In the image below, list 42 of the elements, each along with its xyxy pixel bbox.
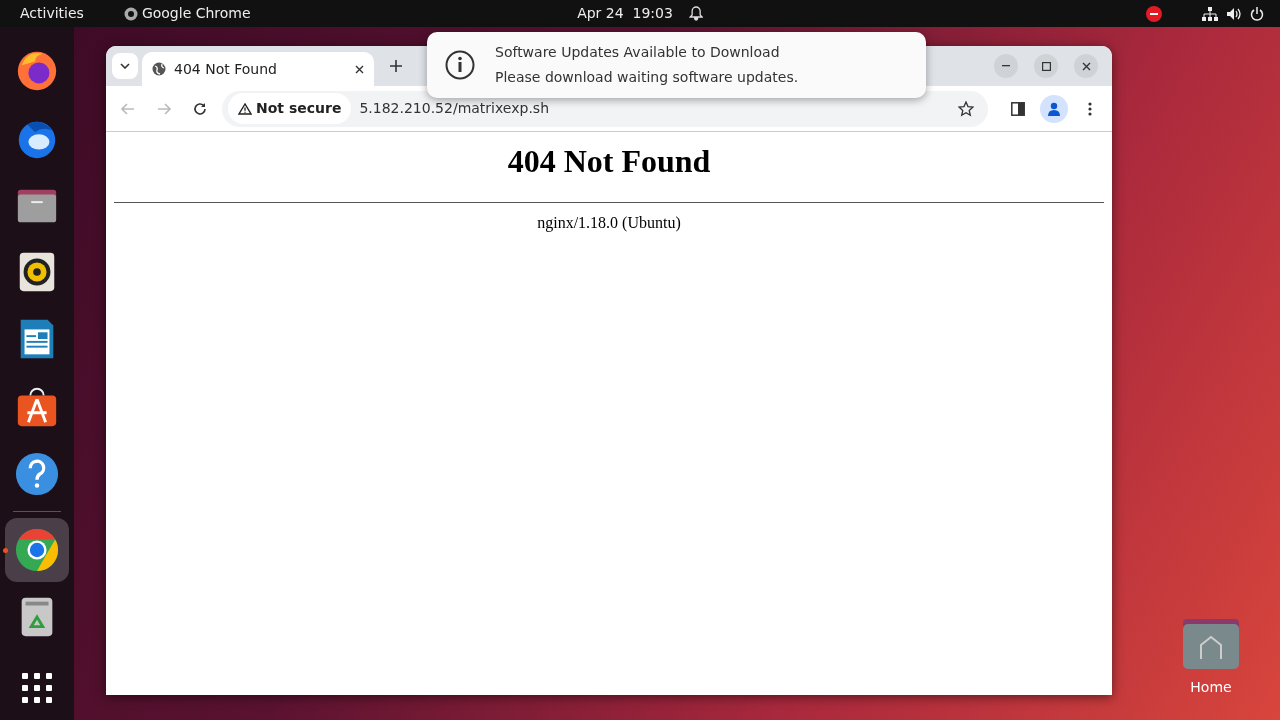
page-heading: 404 Not Found <box>506 142 712 181</box>
clock[interactable]: Apr 24 19:03 <box>577 3 673 24</box>
dock-item[interactable] <box>5 518 69 582</box>
desktop-icon-label[interactable]: Home <box>1190 677 1232 698</box>
tab-close-button[interactable] <box>355 64 364 74</box>
site-info-chip[interactable]: Not secure <box>228 93 352 124</box>
network-icon[interactable] <box>1202 6 1218 21</box>
plus-icon <box>390 60 402 72</box>
url-text: 5.182.210.52/matrixexp.sh <box>359 99 549 118</box>
help-icon <box>14 450 60 497</box>
close-icon <box>355 64 364 74</box>
close-button[interactable] <box>1074 54 1098 78</box>
browser-tab[interactable]: 404 Not Found <box>142 52 374 86</box>
close-icon <box>1081 61 1091 71</box>
minimize-icon <box>1002 65 1010 67</box>
profile-button[interactable] <box>1040 94 1068 123</box>
reload-icon <box>193 101 207 116</box>
do-not-disturb-icon[interactable] <box>1146 5 1162 22</box>
info-icon <box>445 50 475 80</box>
warning-icon <box>238 102 252 115</box>
server-info-text: nginx/1.18.0 (Ubuntu) <box>537 214 681 232</box>
person-icon <box>1047 101 1061 116</box>
back-arrow-icon <box>121 102 135 115</box>
globe-icon <box>152 62 166 76</box>
power-icon[interactable] <box>1250 6 1264 21</box>
home-folder-icon[interactable] <box>1183 619 1239 669</box>
forward-arrow-icon <box>157 102 171 115</box>
tab-search-button[interactable] <box>112 53 138 79</box>
notification-body: Please download waiting software updates. <box>495 68 799 87</box>
notification-title: Software Updates Available to Download <box>495 43 781 62</box>
menu-icon <box>1088 101 1092 116</box>
bell-icon <box>688 6 703 21</box>
maximize-button[interactable] <box>1034 54 1058 78</box>
maximize-icon <box>1041 61 1051 71</box>
activities-button[interactable]: Activities <box>20 3 84 24</box>
chevron-down-icon <box>120 63 130 69</box>
app-menu[interactable]: Google Chrome <box>141 3 251 24</box>
notification[interactable]: Software Updates Available to Download Please download waiting software updates. <box>427 32 926 98</box>
star-icon[interactable] <box>958 100 974 117</box>
side-panel-icon <box>1011 101 1025 116</box>
volume-icon[interactable] <box>1226 6 1242 21</box>
grid-icon <box>22 673 52 704</box>
